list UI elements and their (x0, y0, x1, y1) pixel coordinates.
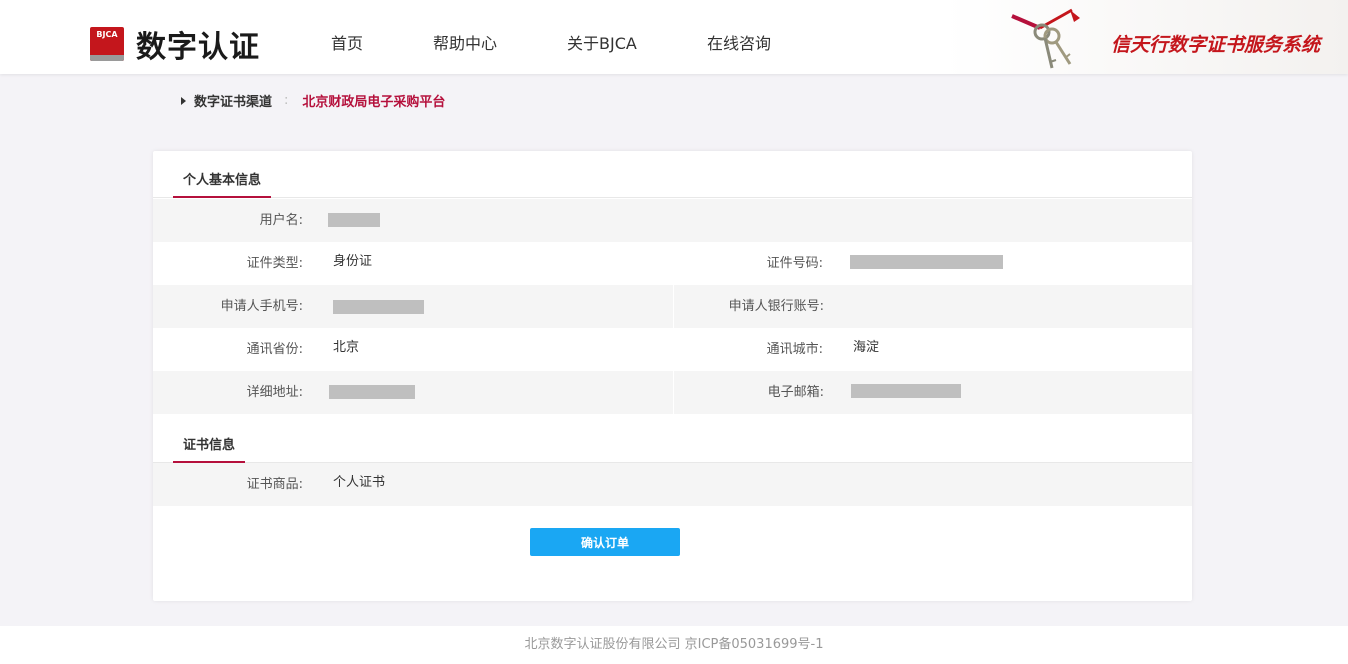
order-card: 个人基本信息 用户名: 证件类型: 身份证 证件号码: 申请人手机号: 申请人银… (153, 151, 1192, 601)
bank-account-label: 申请人银行账号: (728, 299, 824, 314)
footer: 北京数字认证股份有限公司 京ICP备05031699号-1 (0, 626, 1348, 664)
id-row: 证件类型: 身份证 证件号码: (153, 242, 1192, 285)
nav-help-center[interactable]: 帮助中心 (433, 30, 497, 54)
phone-row: 申请人手机号: 申请人银行账号: (153, 285, 1192, 328)
address-label: 详细地址: (246, 385, 303, 400)
phone-label: 申请人手机号: (220, 299, 303, 314)
logo-badge-text: BJCA (96, 30, 118, 39)
nav-home[interactable]: 首页 (331, 30, 363, 54)
id-type-value: 身份证 (333, 254, 373, 269)
id-number-value-redacted (850, 255, 1003, 269)
phone-value-redacted (333, 300, 424, 314)
province-label: 通讯省份: (246, 342, 303, 357)
username-label: 用户名: (259, 213, 303, 228)
confirm-order-button[interactable]: 确认订单 (530, 528, 680, 556)
caret-right-icon (181, 96, 186, 105)
keys-icon (1011, 8, 1080, 69)
address-row: 详细地址: 电子邮箱: (153, 371, 1192, 414)
breadcrumb-separator: : (284, 93, 289, 108)
cert-info-tab[interactable]: 证书信息 (173, 431, 246, 463)
cert-product-label: 证书商品: (246, 477, 303, 492)
nav-online-consult[interactable]: 在线咨询 (707, 30, 771, 54)
address-value-redacted (329, 385, 415, 399)
brand-title: 信天行数字证书服务系统 (1110, 34, 1320, 56)
bjca-badge-icon: BJCA (90, 27, 124, 61)
footer-text: 北京数字认证股份有限公司 京ICP备05031699号-1 (524, 637, 824, 652)
id-type-label: 证件类型: (246, 256, 303, 271)
breadcrumb: 数字证书渠道 : 北京财政局电子采购平台 (181, 91, 445, 110)
cert-product-value: 个人证书 (333, 475, 386, 490)
breadcrumb-label: 数字证书渠道 (194, 95, 273, 110)
brand-banner: 信天行数字证书服务系统 (1000, 0, 1348, 74)
bjca-logo[interactable]: BJCA 数字认证 (90, 22, 260, 66)
breadcrumb-current[interactable]: 北京财政局电子采购平台 (302, 91, 445, 110)
cert-product-row: 证书商品: 个人证书 (153, 463, 1192, 506)
cert-info-header: 证书信息 (153, 416, 1192, 463)
top-header: BJCA 数字认证 首页 帮助中心 关于BJCA 在线咨询 信天行数字证书服务系… (0, 0, 1348, 74)
email-label: 电子邮箱: (767, 385, 824, 400)
personal-info-tab[interactable]: 个人基本信息 (173, 166, 272, 198)
id-number-label: 证件号码: (766, 256, 823, 271)
city-value: 海淀 (853, 340, 880, 355)
personal-info-header: 个人基本信息 (153, 151, 1192, 198)
region-row: 通讯省份: 北京 通讯城市: 海淀 (153, 328, 1192, 371)
logo-text: 数字认证 (136, 30, 260, 65)
email-value-redacted (851, 384, 961, 398)
username-value-redacted (328, 213, 380, 227)
nav-about-bjca[interactable]: 关于BJCA (567, 30, 637, 54)
city-label: 通讯城市: (766, 342, 823, 357)
username-row: 用户名: (153, 199, 1192, 242)
province-value: 北京 (333, 340, 360, 355)
